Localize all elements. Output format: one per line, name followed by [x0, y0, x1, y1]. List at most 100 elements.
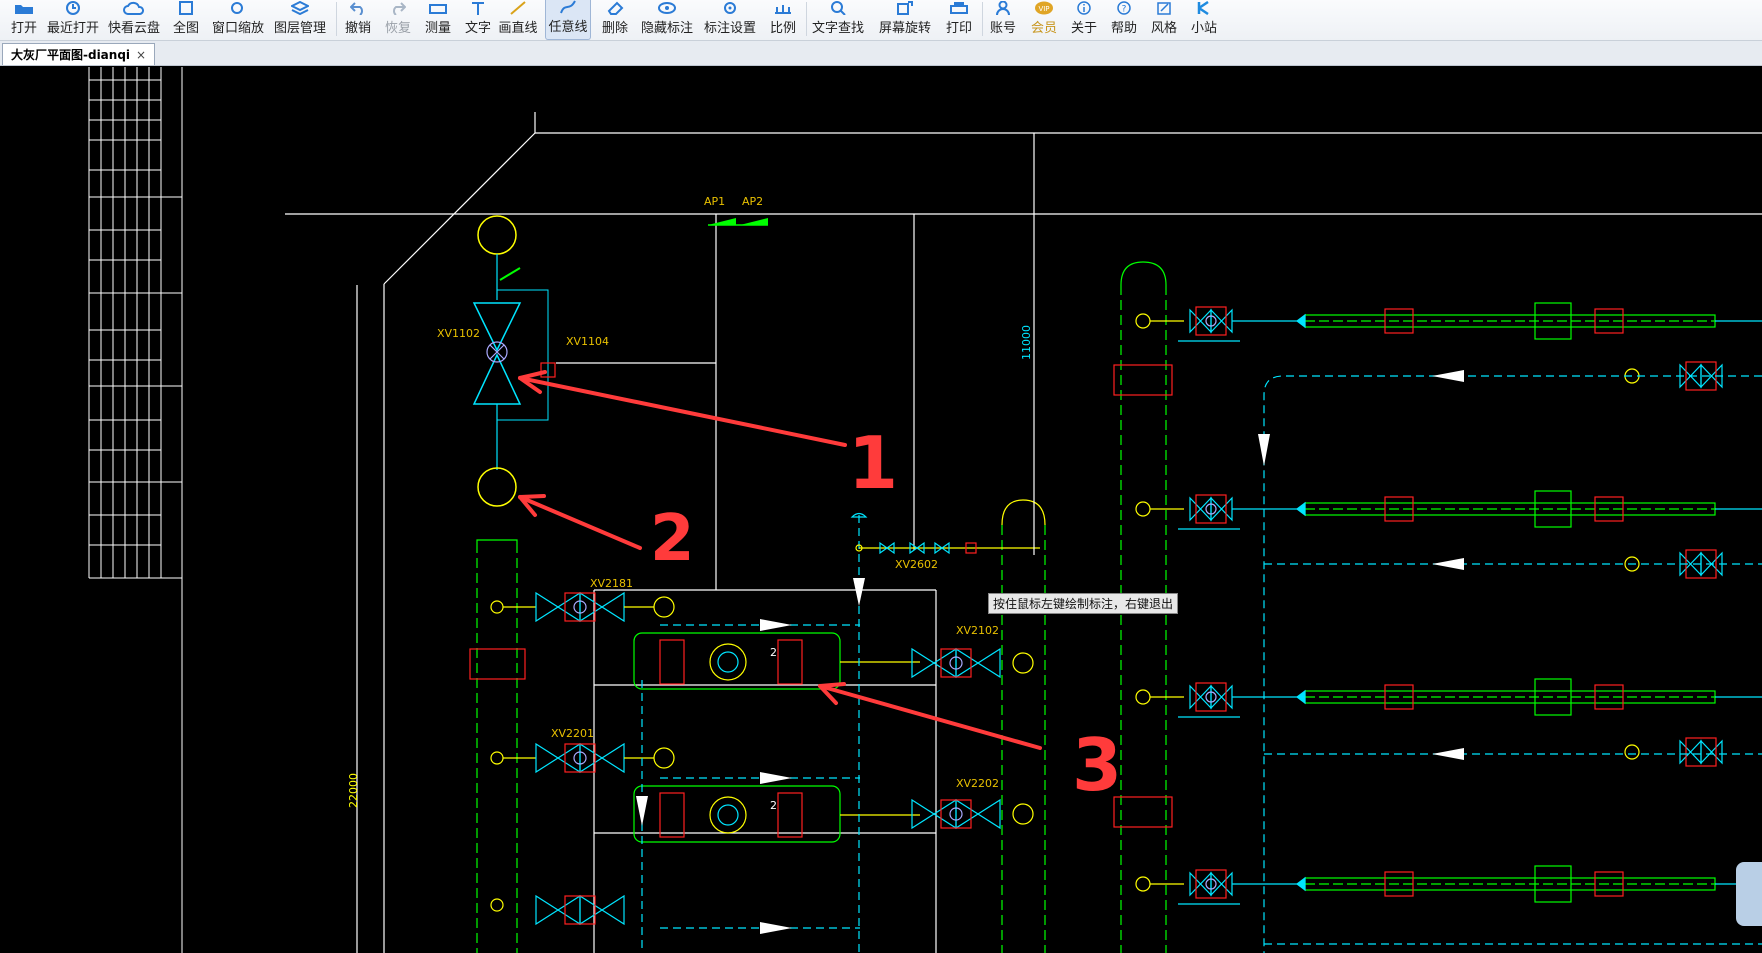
fit-all-label: 全图: [172, 21, 199, 36]
measure-label: 测量: [424, 21, 451, 36]
help-icon: ?: [1116, 0, 1132, 15]
rotate-icon: [896, 0, 914, 15]
user-icon: [995, 0, 1011, 15]
screen-rotate-button[interactable]: 屏幕旋转: [875, 0, 935, 40]
annotation-settings-icon: [721, 0, 739, 15]
building-outline: [285, 112, 1762, 953]
valve-body: [1189, 871, 1212, 897]
vip-button[interactable]: VIP 会员: [1026, 0, 1062, 40]
station-button[interactable]: 小站: [1186, 0, 1222, 40]
svg-text:?: ?: [1122, 5, 1127, 15]
pipe-node: [1135, 501, 1151, 517]
label-dim-11000: 11000: [1020, 325, 1033, 360]
redo-label: 恢复: [384, 21, 411, 36]
annotation-number-2: 2: [650, 502, 695, 576]
left-column-valves: [469, 591, 675, 926]
label-ap2: AP2: [742, 195, 763, 208]
drawing-canvas[interactable]: AP1 AP2 XV1102 XV1104 XV2181 XV2102 XV22…: [0, 66, 1762, 953]
k-station-icon: [1196, 0, 1212, 15]
valve-body: [1189, 496, 1212, 522]
valve-body: [1700, 739, 1723, 765]
delete-button[interactable]: 删除: [597, 0, 633, 40]
open-button[interactable]: 打开: [6, 0, 42, 40]
zoom-window-label: 窗口缩放: [211, 21, 264, 36]
scale-label: 比例: [769, 21, 796, 36]
print-button[interactable]: 打印: [941, 0, 977, 40]
text-search-icon: [829, 0, 847, 15]
side-panel-handle[interactable]: [1736, 862, 1762, 926]
valve-body: [1210, 496, 1233, 522]
toolbar-separator: [336, 2, 337, 36]
vip-label: 会员: [1030, 21, 1057, 36]
style-button[interactable]: 风格: [1146, 0, 1182, 40]
text-label: 文字: [464, 21, 491, 36]
freehand-icon: [559, 0, 577, 14]
label-xv2202: XV2202: [956, 777, 999, 790]
text-icon: [471, 0, 485, 15]
open-label: 打开: [10, 21, 37, 36]
toolbar-separator: [806, 2, 807, 36]
redo-button[interactable]: 恢复: [380, 0, 416, 40]
undo-button[interactable]: 撤销: [340, 0, 376, 40]
about-label: 关于: [1070, 21, 1097, 36]
toolbar-separator: [982, 2, 983, 36]
valve-body: [1189, 684, 1212, 710]
recent-icon: [65, 0, 81, 15]
zoom-window-icon: [230, 0, 246, 15]
help-button[interactable]: ? 帮助: [1106, 0, 1142, 40]
undo-label: 撤销: [344, 21, 371, 36]
account-label: 账号: [989, 21, 1016, 36]
print-label: 打印: [945, 21, 972, 36]
label-xv2102: XV2102: [956, 624, 999, 637]
redo-icon: [390, 0, 406, 15]
ruler-icon: [429, 0, 447, 15]
toolbar: 打开 最近打开 快看云盘 全图 窗口缩放 图层管理 撤销 恢复 测量 文字 画直…: [0, 0, 1762, 41]
help-label: 帮助: [1110, 21, 1137, 36]
label-xv2201: XV2201: [551, 727, 594, 740]
draw-line-button[interactable]: 画直线: [498, 0, 538, 40]
layer-manager-button[interactable]: 图层管理: [272, 0, 328, 40]
delete-label: 删除: [601, 21, 628, 36]
hide-annotations-label: 隐藏标注: [640, 21, 693, 36]
printer-icon: [950, 0, 968, 15]
fit-all-button[interactable]: 全图: [168, 0, 204, 40]
about-button[interactable]: 关于: [1066, 0, 1102, 40]
valve-xv1102: [472, 215, 556, 507]
annotation-settings-label: 标注设置: [703, 21, 756, 36]
scale-button[interactable]: 比例: [765, 0, 801, 40]
document-tab[interactable]: 大灰厂平面图-dianqi ×: [2, 43, 156, 65]
recent-open-button[interactable]: 最近打开: [47, 0, 99, 40]
label-xv2181: XV2181: [590, 577, 633, 590]
valve-body: [1210, 871, 1233, 897]
folder-open-icon: [14, 0, 34, 15]
pipe-node: [1135, 689, 1151, 705]
equipment-unit-1: [633, 632, 920, 690]
flow-lines: [641, 375, 1762, 953]
annotation-settings-button[interactable]: 标注设置: [701, 0, 759, 40]
fit-all-icon: [178, 0, 194, 15]
undo-icon: [350, 0, 366, 15]
flow-arrows: [636, 370, 1464, 934]
account-button[interactable]: 账号: [985, 0, 1021, 40]
valve-body: [1210, 308, 1233, 334]
hide-annotations-button[interactable]: 隐藏标注: [639, 0, 695, 40]
label-dim-22000: 22000: [347, 773, 360, 808]
ap-markers: [708, 218, 768, 226]
title-block: [88, 67, 183, 953]
close-icon[interactable]: ×: [136, 48, 146, 62]
text-search-button[interactable]: 文字查找: [808, 0, 868, 40]
layers-icon: [291, 0, 309, 15]
screen-rotate-label: 屏幕旋转: [878, 21, 931, 36]
text-button[interactable]: 文字: [460, 0, 496, 40]
annotation-number-3: 3: [1072, 723, 1122, 807]
cloud-disk-button[interactable]: 快看云盘: [108, 0, 160, 40]
pipe-node: [1135, 876, 1151, 892]
zoom-window-button[interactable]: 窗口缩放: [210, 0, 266, 40]
annotation-number-1: 1: [848, 421, 898, 505]
freehand-line-button[interactable]: 任意线: [545, 0, 591, 40]
style-icon: [1156, 0, 1172, 15]
valve-xv2602-line: [850, 512, 1040, 555]
pipe-end-cap: [1296, 501, 1306, 517]
measure-button[interactable]: 测量: [420, 0, 456, 40]
document-tab-title: 大灰厂平面图-dianqi: [11, 48, 131, 62]
